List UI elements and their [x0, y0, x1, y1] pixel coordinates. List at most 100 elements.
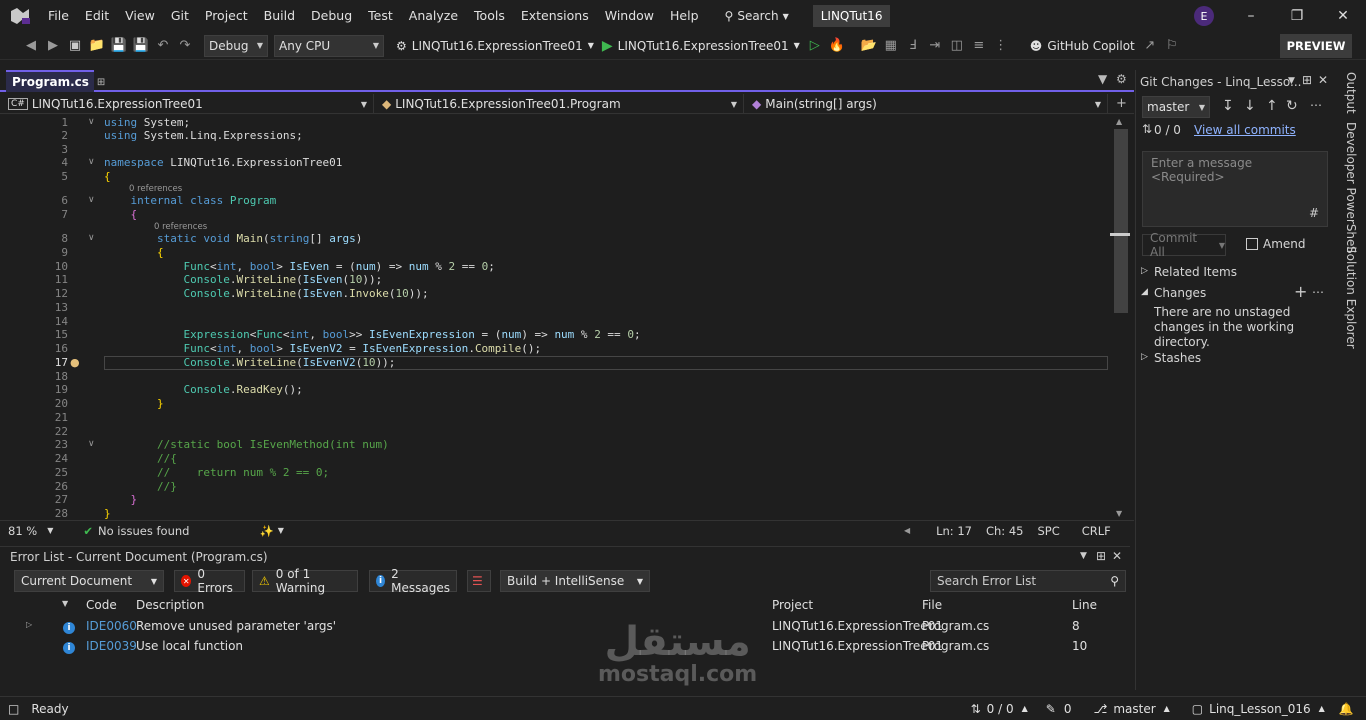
codelens-references[interactable]: 0 references	[129, 184, 182, 194]
restore-icon[interactable]: ❐	[1274, 8, 1320, 24]
menu-tools[interactable]: Tools	[466, 0, 513, 32]
stashes-header[interactable]: Stashes	[1154, 351, 1201, 365]
save-icon[interactable]: 💾	[108, 35, 130, 57]
fetch-icon[interactable]: ↧	[1222, 98, 1234, 114]
column-indicator[interactable]: Ch: 45	[986, 524, 1023, 538]
commit-all-button[interactable]: Commit All ▼	[1142, 231, 1226, 259]
tab-program-cs[interactable]: Program.cs ⊞	[6, 70, 105, 92]
push-icon[interactable]: ↑	[1266, 98, 1278, 114]
pin-icon[interactable]: ⊞	[1302, 73, 1312, 87]
platform-dropdown[interactable]: Any CPU ▼	[274, 34, 384, 57]
preview-button[interactable]: PREVIEW	[1280, 34, 1352, 58]
step-icon[interactable]: ⇥	[924, 35, 946, 57]
line-indicator[interactable]: Ln: 17	[936, 524, 972, 538]
related-items-header[interactable]: Related Items	[1154, 265, 1237, 279]
editor-scrollbar[interactable]: ▲ ▼	[1110, 115, 1134, 520]
scroll-down-icon[interactable]: ▼	[1116, 509, 1122, 518]
zoom-level[interactable]: 81 %	[8, 524, 37, 538]
expand-icon[interactable]: ▷	[1141, 352, 1148, 362]
solution-folder-icon[interactable]: 📂	[858, 35, 880, 57]
github-copilot-button[interactable]: ☻ GitHub Copilot	[1026, 39, 1139, 53]
amend-checkbox[interactable]	[1246, 238, 1258, 250]
save-all-icon[interactable]: 💾	[130, 35, 152, 57]
whitespace-indicator[interactable]: SPC	[1037, 524, 1059, 538]
close-icon[interactable]: ✕	[1320, 8, 1366, 24]
menu-window[interactable]: Window	[597, 0, 662, 32]
tab-overflow-icon[interactable]: ▼	[1098, 72, 1107, 86]
issues-status[interactable]: No issues found	[98, 524, 189, 538]
menu-test[interactable]: Test	[360, 0, 401, 32]
feedback-icon[interactable]: ⚐	[1161, 35, 1183, 57]
changes-header[interactable]: Changes	[1154, 286, 1206, 300]
back-icon[interactable]: ◀	[20, 35, 42, 57]
code-cleanup-icon[interactable]: ✨	[259, 524, 273, 538]
split-editor-icon[interactable]: +	[1116, 96, 1127, 111]
column-header-line[interactable]: Line	[1072, 598, 1097, 612]
messages-filter-button[interactable]: i 2 Messages	[369, 567, 457, 595]
pin-icon[interactable]: ⊞	[97, 77, 105, 88]
build-source-dropdown[interactable]: Build + IntelliSense ▼	[500, 570, 650, 592]
menu-git[interactable]: Git	[163, 0, 197, 32]
startup-project-dropdown[interactable]: ⚙ LINQTut16.ExpressionTree01 ▼	[392, 39, 598, 53]
lightbulb-icon[interactable]: ●	[70, 356, 80, 369]
comment-icon[interactable]: ⋮	[990, 35, 1012, 57]
panel-menu-icon[interactable]: ▼	[1288, 76, 1295, 86]
view-all-commits-link[interactable]: View all commits	[1194, 123, 1296, 137]
error-code-link[interactable]: IDE0039	[86, 639, 137, 653]
status-sync-count[interactable]: 0 / 0	[987, 702, 1014, 716]
compare-icon[interactable]: ◫	[946, 35, 968, 57]
forward-icon[interactable]: ▶	[42, 35, 64, 57]
scroll-thumb[interactable]	[1114, 129, 1128, 313]
code-editor[interactable]: 1 2 3 4 5 6 7 8 9 10 11 12 13 14 15 16 1…	[0, 115, 1110, 520]
redo-icon[interactable]: ↷	[174, 35, 196, 57]
configuration-dropdown[interactable]: Debug ▼	[204, 34, 268, 57]
filter-button[interactable]: ☰	[467, 570, 491, 592]
panel-menu-icon[interactable]: ▼	[1080, 551, 1087, 561]
member-nav-dropdown[interactable]: ◆ Main(string[] args) ▼	[744, 94, 1108, 114]
close-icon[interactable]: ✕	[1112, 549, 1122, 563]
more-options-icon[interactable]: ⋯	[1312, 285, 1324, 299]
sort-chevron-icon[interactable]: ▼	[62, 599, 68, 608]
settings-icon[interactable]: ⚙	[1116, 72, 1127, 86]
menu-edit[interactable]: Edit	[77, 0, 117, 32]
sync-icon[interactable]: ↻	[1286, 98, 1298, 114]
column-header-file[interactable]: File	[922, 598, 942, 612]
scope-dropdown[interactable]: Current Document ▼	[14, 570, 164, 592]
spell-check-icon[interactable]: Ⅎ	[902, 35, 924, 57]
column-header-project[interactable]: Project	[772, 598, 813, 612]
close-icon[interactable]: ✕	[1318, 73, 1328, 87]
hash-icon[interactable]: #	[1309, 206, 1319, 220]
menu-project[interactable]: Project	[197, 0, 256, 32]
layout-icon[interactable]: ▦	[880, 35, 902, 57]
side-tab-output[interactable]: Output	[1344, 72, 1358, 114]
menu-analyze[interactable]: Analyze	[401, 0, 466, 32]
chevron-down-icon[interactable]: ▼	[278, 526, 284, 535]
error-search-input[interactable]: Search Error List ⚲	[930, 570, 1126, 592]
project-nav-dropdown[interactable]: C# LINQTut16.ExpressionTree01 ▼	[0, 94, 374, 114]
chevron-up-icon[interactable]: ▲	[1022, 704, 1028, 713]
avatar[interactable]: E	[1194, 6, 1214, 26]
collapse-icon[interactable]: ∨	[88, 195, 95, 205]
hot-reload-icon[interactable]: 🔥	[826, 35, 848, 57]
column-header-code[interactable]: Code	[86, 598, 117, 612]
new-project-icon[interactable]: ▣	[64, 35, 86, 57]
collapse-icon[interactable]: ∨	[88, 439, 95, 449]
open-folder-icon[interactable]: 📁	[86, 35, 108, 57]
undo-icon[interactable]: ↶	[152, 35, 174, 57]
scroll-left-icon[interactable]: ◀	[904, 526, 910, 535]
errors-filter-button[interactable]: ✕ 0 Errors	[174, 567, 245, 595]
side-tab-solution-explorer[interactable]: Solution Explorer	[1344, 246, 1358, 349]
add-icon[interactable]: +	[1294, 282, 1307, 301]
collapse-icon[interactable]: ∨	[88, 157, 95, 167]
codelens-references[interactable]: 0 references	[154, 222, 207, 232]
expand-icon[interactable]: ▷	[1141, 266, 1148, 276]
minimize-icon[interactable]: –	[1228, 8, 1274, 24]
chevron-down-icon[interactable]: ▼	[47, 526, 53, 535]
menu-file[interactable]: File	[40, 0, 77, 32]
chevron-up-icon[interactable]: ▲	[1164, 704, 1170, 713]
scroll-up-icon[interactable]: ▲	[1116, 117, 1122, 126]
notifications-icon[interactable]: 🔔	[1339, 702, 1354, 716]
share-icon[interactable]: ↗	[1139, 35, 1161, 57]
format-icon[interactable]: ≡	[968, 35, 990, 57]
collapse-icon[interactable]: ∨	[88, 117, 95, 127]
